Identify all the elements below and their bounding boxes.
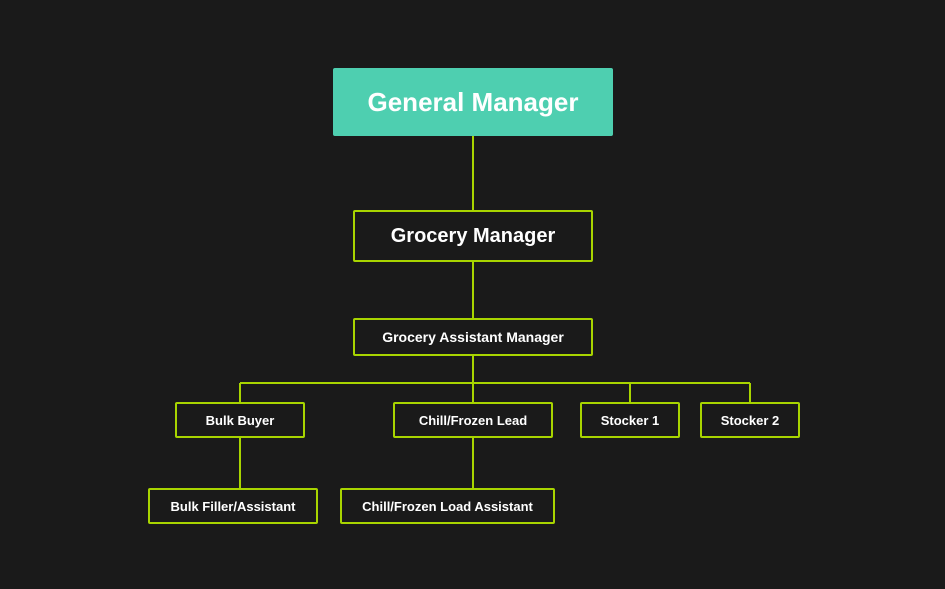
chill-lead-node: Chill/Frozen Lead (393, 402, 553, 438)
stocker2-node: Stocker 2 (700, 402, 800, 438)
bulk-buyer-label: Bulk Buyer (206, 413, 275, 428)
org-chart: General Manager Grocery Manager Grocery … (0, 0, 945, 589)
chill-lead-label: Chill/Frozen Lead (419, 413, 527, 428)
stocker2-label: Stocker 2 (721, 413, 780, 428)
stocker1-node: Stocker 1 (580, 402, 680, 438)
grocery-manager-label: Grocery Manager (391, 225, 556, 248)
chill-assistant-node: Chill/Frozen Load Assistant (340, 488, 555, 524)
bulk-filler-node: Bulk Filler/Assistant (148, 488, 318, 524)
stocker1-label: Stocker 1 (601, 413, 660, 428)
bulk-filler-label: Bulk Filler/Assistant (171, 499, 296, 514)
assistant-manager-label: Grocery Assistant Manager (382, 329, 564, 345)
chill-assistant-label: Chill/Frozen Load Assistant (362, 499, 533, 514)
assistant-manager-node: Grocery Assistant Manager (353, 318, 593, 356)
general-manager-node: General Manager (333, 68, 613, 136)
bulk-buyer-node: Bulk Buyer (175, 402, 305, 438)
general-manager-label: General Manager (368, 87, 579, 118)
grocery-manager-node: Grocery Manager (353, 210, 593, 262)
